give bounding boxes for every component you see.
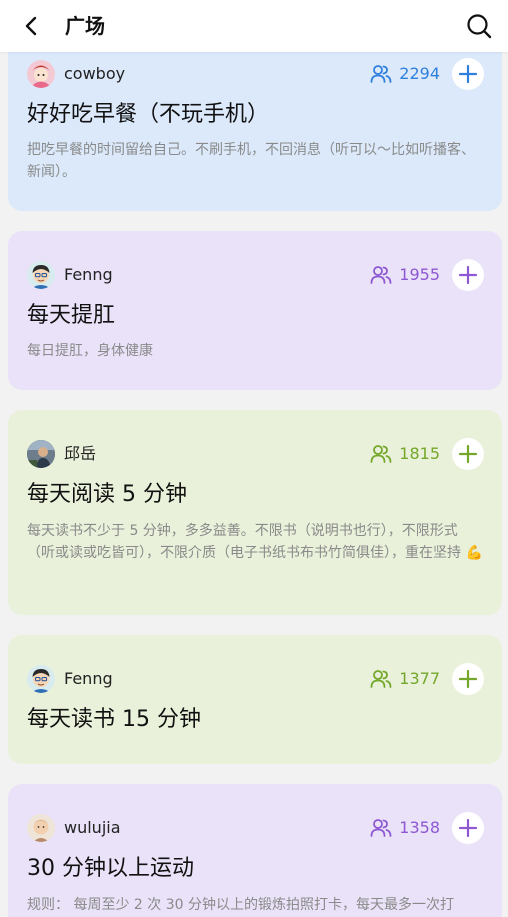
member-count[interactable]: 1955 [370, 264, 440, 286]
search-button[interactable] [464, 11, 494, 41]
member-count[interactable]: 1815 [370, 443, 440, 465]
join-button[interactable] [452, 812, 484, 844]
plus-icon [458, 444, 478, 464]
challenge-card[interactable]: cowboy 2294 好好吃早餐（不玩手机） 把吃早餐的时间留给自己。不刷手机… [8, 30, 502, 211]
card-title: 30 分钟以上运动 [27, 856, 194, 881]
join-button[interactable] [452, 663, 484, 695]
users-icon [370, 670, 392, 688]
plus-icon [458, 669, 478, 689]
member-count-value: 2294 [399, 64, 440, 83]
card-title: 每天读书 15 分钟 [27, 707, 201, 732]
users-icon [370, 266, 392, 284]
card-username: wulujia [64, 818, 121, 837]
avatar [27, 440, 55, 468]
member-count-value: 1815 [399, 444, 440, 463]
back-button[interactable] [18, 12, 46, 40]
card-username: Fenng [64, 669, 113, 688]
member-count-value: 1955 [399, 265, 440, 284]
member-count-value: 1377 [399, 669, 440, 688]
card-title: 好好吃早餐（不玩手机） [27, 102, 270, 127]
plus-icon [458, 818, 478, 838]
card-username: 邱岳 [64, 444, 97, 463]
app-screen: 广场 cowboy 2294 好好吃早餐（不玩手机） 把吃早餐的时间留给自己。不… [0, 0, 508, 917]
card-title: 每天阅读 5 分钟 [27, 482, 187, 507]
avatar [27, 60, 55, 88]
challenge-card[interactable]: wulujia 1358 30 分钟以上运动 规则： 每周至少 2 次 30 分… [8, 784, 502, 917]
join-button[interactable] [452, 438, 484, 470]
page-title: 广场 [65, 14, 105, 38]
users-icon [370, 65, 392, 83]
plus-icon [458, 64, 478, 84]
card-description: 把吃早餐的时间留给自己。不刷手机，不回消息（听可以～比如听播客、新闻）。 [27, 142, 475, 180]
top-bar: 广场 [0, 0, 508, 52]
challenge-card[interactable]: 邱岳 1815 每天阅读 5 分钟 每天读书不少于 5 分钟，多多益善。不限书（… [8, 410, 502, 615]
card-title: 每天提肛 [27, 303, 116, 328]
member-count[interactable]: 1358 [370, 817, 440, 839]
join-button[interactable] [452, 259, 484, 291]
card-username: cowboy [64, 64, 126, 83]
plus-icon [458, 265, 478, 285]
chevron-left-icon [25, 16, 37, 36]
avatar [27, 814, 55, 842]
users-icon [370, 445, 392, 463]
challenge-card[interactable]: Fenng 1377 每天读书 15 分钟 [8, 635, 502, 764]
card-description: 每天读书不少于 5 分钟，多多益善。不限书（说明书也行），不限形式（听或读或吃皆… [27, 523, 483, 561]
avatar [27, 665, 55, 693]
avatar [27, 261, 55, 289]
card-description: 规则： 每周至少 2 次 30 分钟以上的锻炼拍照打卡，每天最多一次打 [27, 897, 454, 913]
member-count[interactable]: 1377 [370, 668, 440, 690]
search-icon [467, 14, 492, 39]
card-username: Fenng [64, 265, 113, 284]
join-button[interactable] [452, 58, 484, 90]
users-icon [370, 819, 392, 837]
challenge-card[interactable]: Fenng 1955 每天提肛 每日提肛，身体健康 [8, 231, 502, 390]
member-count[interactable]: 2294 [370, 63, 440, 85]
member-count-value: 1358 [399, 818, 440, 837]
card-description: 每日提肛，身体健康 [27, 343, 153, 359]
